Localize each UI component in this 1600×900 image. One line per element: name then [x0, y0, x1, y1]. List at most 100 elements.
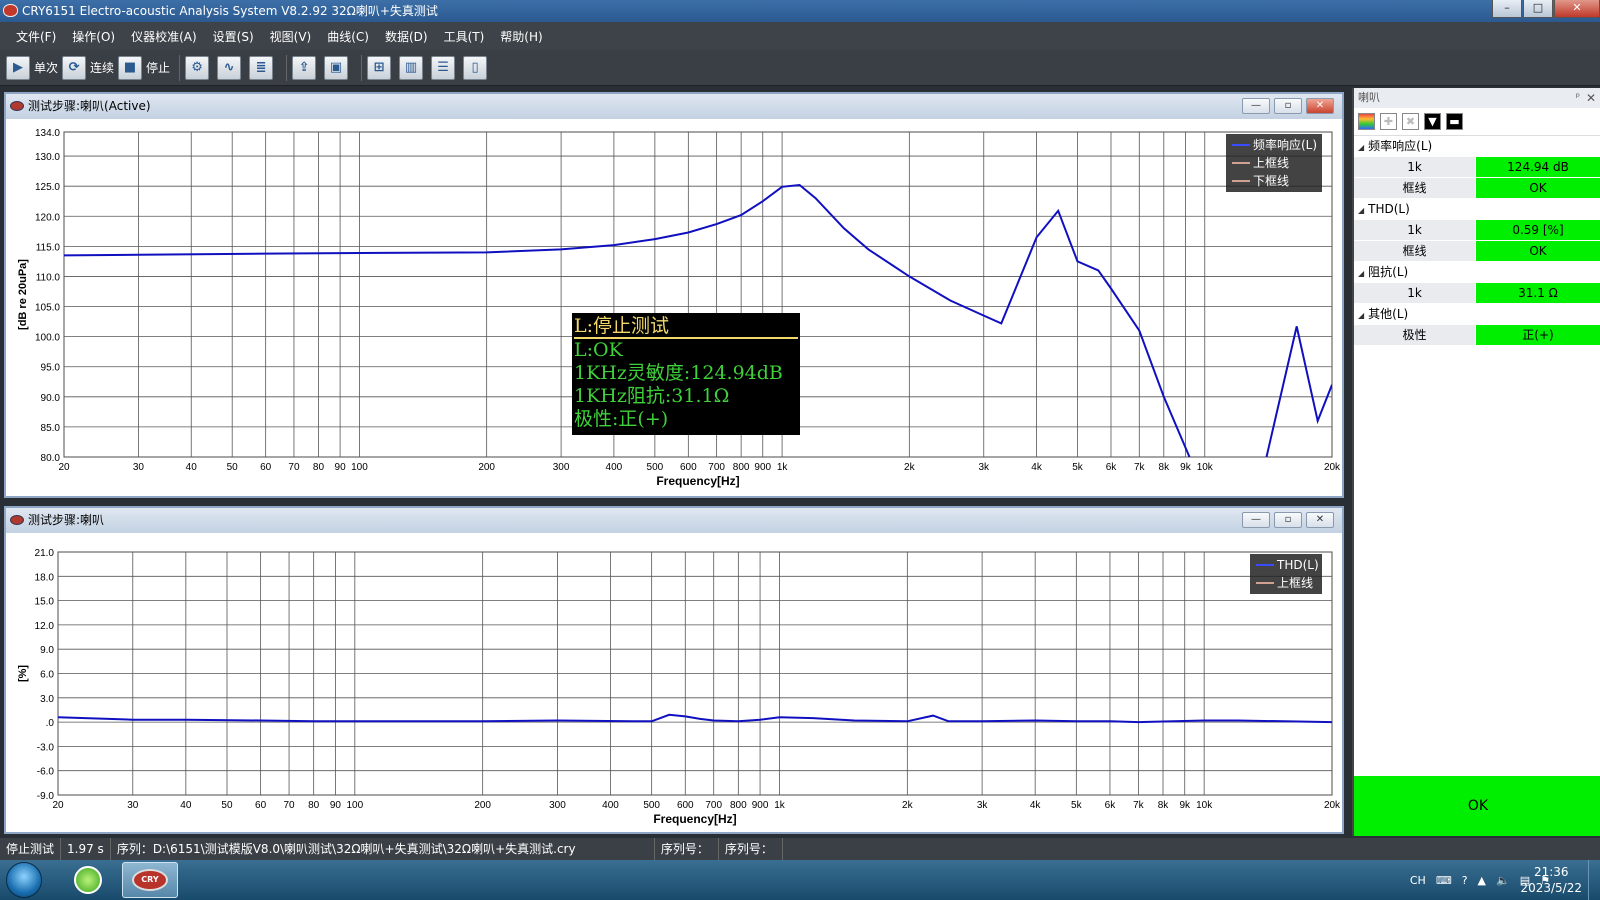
x-tick-label: 300: [549, 800, 566, 811]
result-value: 0.59 [%]: [1476, 220, 1600, 241]
title-bar: CRY6151 Electro-acoustic Analysis System…: [0, 0, 1600, 22]
y-tick-label: 9.0: [40, 645, 54, 656]
taskbar-app-browser[interactable]: [60, 862, 116, 898]
x-tick-label: 70: [288, 462, 300, 473]
panel-close-button[interactable]: ✕: [1306, 512, 1334, 528]
x-tick-label: 8k: [1159, 462, 1171, 473]
help-icon[interactable]: ?: [1462, 874, 1468, 887]
add-icon[interactable]: ✚: [1380, 113, 1397, 130]
maximize-button[interactable]: □: [1523, 0, 1553, 18]
x-tick-label: 700: [708, 462, 725, 473]
x-tick-label: 300: [553, 462, 570, 473]
menu-data[interactable]: 数据(D): [377, 28, 436, 45]
result-panel-close-icon[interactable]: ✕: [1586, 88, 1596, 108]
group-header[interactable]: ◢ 频率响应(L): [1354, 136, 1600, 157]
x-tick-label: 40: [186, 462, 198, 473]
open-button[interactable]: ⇪: [292, 55, 320, 81]
menu-tools[interactable]: 工具(T): [436, 28, 493, 45]
start-button[interactable]: [6, 862, 42, 898]
single-run-button[interactable]: ▶ 单次: [6, 55, 58, 81]
x-tick-label: 200: [478, 462, 495, 473]
pin-icon[interactable]: ᵖ: [1576, 88, 1580, 108]
taskbar-app-cry[interactable]: CRY: [122, 862, 178, 898]
x-tick-label: 500: [647, 462, 664, 473]
group-header[interactable]: ◢ THD(L): [1354, 199, 1600, 220]
language-indicator[interactable]: CH: [1410, 874, 1426, 887]
tile-vertical-button[interactable]: ▯: [463, 55, 491, 81]
group-name: 其他(L): [1368, 307, 1409, 321]
x-tick-label: 70: [283, 800, 295, 811]
tile-horizontal-button[interactable]: ☰: [431, 55, 459, 81]
clock[interactable]: 21:36 2023/5/22: [1520, 864, 1582, 896]
report-button[interactable]: ≣: [249, 55, 277, 81]
x-tick-label: 400: [602, 800, 619, 811]
add-chart-button[interactable]: ▥: [399, 55, 427, 81]
menu-file[interactable]: 文件(F): [8, 28, 64, 45]
show-desktop-button[interactable]: [1588, 860, 1600, 900]
menu-curve[interactable]: 曲线(C): [319, 28, 377, 45]
x-tick-label: 900: [754, 462, 771, 473]
panel-restore-button[interactable]: ▫: [1274, 98, 1302, 114]
keyboard-icon[interactable]: ⌨: [1436, 874, 1452, 887]
panel-minimize-button[interactable]: —: [1242, 98, 1270, 114]
menu-calibrate[interactable]: 仪器校准(A): [123, 28, 205, 45]
status-bar: 停止测试 1.97 s 序列：D:\6151\测试模版V8.0\喇叭测试\32Ω…: [0, 838, 1600, 860]
panel-close-button[interactable]: ✕: [1306, 98, 1334, 114]
expand-icon[interactable]: ▼: [1424, 113, 1441, 130]
close-button[interactable]: ✕: [1554, 0, 1600, 18]
stop-button[interactable]: ■ 停止: [118, 55, 170, 81]
x-tick-label: 4k: [1030, 800, 1042, 811]
curve-button[interactable]: ∿: [217, 55, 245, 81]
single-run-label: 单次: [34, 61, 59, 75]
x-tick-label: 20k: [1324, 800, 1341, 811]
result-row: 1k 0.59 [%]: [1354, 220, 1600, 241]
x-tick-label: 9k: [1179, 800, 1191, 811]
play-icon: ▶: [6, 55, 30, 80]
delete-icon[interactable]: ✖: [1402, 113, 1419, 130]
config-button[interactable]: ⚙: [185, 55, 213, 81]
add-window-button[interactable]: ⊞: [367, 55, 395, 81]
y-tick-label: 125.0: [35, 182, 60, 193]
volume-icon[interactable]: 🔈: [1496, 874, 1510, 887]
group-header[interactable]: ◢ 其他(L): [1354, 304, 1600, 325]
toolbar: ▶ 单次 ⟳ 连续 ■ 停止 ⚙ ∿ ≣ ⇪ ▣ ⊞ ▥ ☰ ▯: [0, 50, 1600, 86]
result-panel-header: 喇叭 ᵖ ✕: [1354, 88, 1600, 108]
menu-view[interactable]: 视图(V): [262, 28, 320, 45]
legend-label: THD(L): [1276, 558, 1319, 572]
panel-title: 测试步骤:喇叭: [28, 513, 105, 527]
group-header[interactable]: ◢ 阻抗(L): [1354, 262, 1600, 283]
status-serial: 序列号：: [719, 838, 783, 860]
tray-expand-icon[interactable]: ▲: [1478, 874, 1486, 887]
result-key: 1k: [1354, 283, 1476, 304]
x-tick-label: 1k: [774, 800, 786, 811]
x-tick-label: 800: [730, 800, 747, 811]
minimize-button[interactable]: –: [1492, 0, 1522, 18]
y-tick-label: 105.0: [35, 303, 60, 314]
x-tick-label: 7k: [1134, 462, 1146, 473]
x-tick-label: 2k: [902, 800, 914, 811]
continuous-run-button[interactable]: ⟳ 连续: [62, 55, 114, 81]
save-button[interactable]: ▣: [324, 55, 352, 81]
result-value: 31.1 Ω: [1476, 283, 1600, 304]
menu-settings[interactable]: 设置(S): [205, 28, 262, 45]
status-serial: 序列号：: [655, 838, 719, 860]
result-row: 框线 OK: [1354, 241, 1600, 262]
collapse-icon[interactable]: ▬: [1446, 113, 1463, 130]
overlay-line: 1KHz阻抗:31.1Ω: [574, 385, 730, 407]
x-tick-label: 80: [313, 462, 325, 473]
x-tick-label: 20k: [1324, 462, 1341, 473]
x-tick-label: 700: [705, 800, 722, 811]
panel-restore-button[interactable]: ▫: [1274, 512, 1302, 528]
x-tick-label: 1k: [777, 462, 789, 473]
panel-minimize-button[interactable]: —: [1242, 512, 1270, 528]
color-table-icon[interactable]: ▦: [1358, 113, 1375, 130]
y-tick-label: 15.0: [35, 597, 55, 608]
panel-icon: [10, 101, 24, 111]
curve-icon: ∿: [217, 55, 242, 80]
overlay-line: L:OK: [574, 339, 623, 361]
menu-help[interactable]: 帮助(H): [492, 28, 550, 45]
result-key: 1k: [1354, 157, 1476, 178]
x-axis-label: Frequency[Hz]: [653, 812, 736, 826]
panel-header: 测试步骤:喇叭(Active) — ▫ ✕: [6, 94, 1342, 119]
menu-operate[interactable]: 操作(O): [64, 28, 123, 45]
